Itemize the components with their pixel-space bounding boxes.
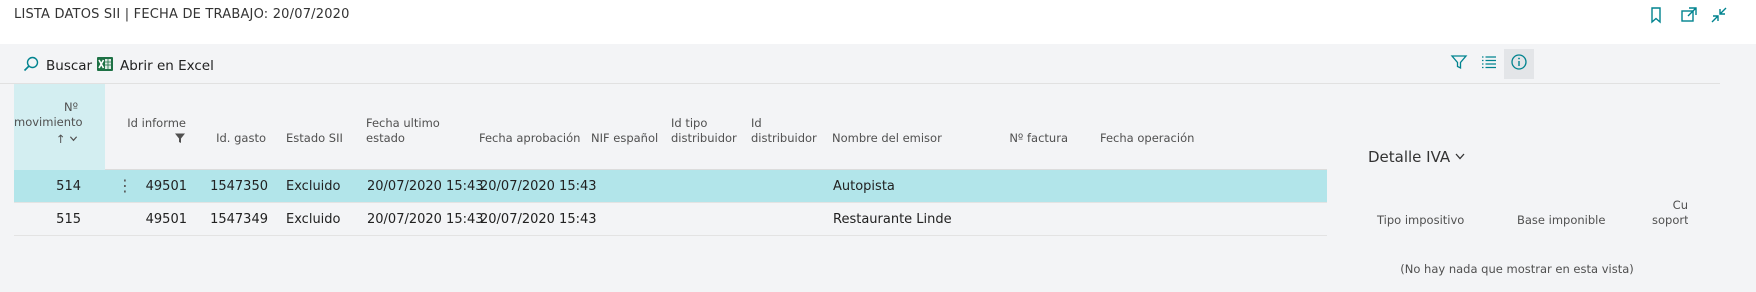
sort-ascending-icon: ↑ <box>55 132 66 146</box>
cell-nombre-emisor: Autopista <box>833 179 895 194</box>
open-in-excel-button[interactable]: Abrir en Excel <box>96 55 214 77</box>
factbox-col-base-imponible: Base imponible <box>1517 213 1606 227</box>
header-fecha-aprobacion[interactable]: Fecha aprobación <box>479 131 580 146</box>
header-nombre-emisor[interactable]: Nombre del emisor <box>832 131 942 146</box>
content-area: Buscar Abrir en Excel Nº movimiento ↑ Id… <box>0 44 1756 292</box>
page-title: LISTA DATOS SII | FECHA DE TRABAJO: 20/0… <box>14 7 350 22</box>
cell-id-gasto: 1547349 <box>210 212 268 227</box>
list-view-icon <box>1480 53 1498 75</box>
bookmark-icon[interactable] <box>1646 5 1666 25</box>
header-fecha-operacion[interactable]: Fecha operación <box>1100 131 1194 146</box>
cell-movimiento[interactable]: 514 <box>14 179 81 194</box>
grid-header: Nº movimiento ↑ Id informe Id. gasto Est… <box>14 84 1327 170</box>
table-row[interactable]: 515 49501 1547349 Excluido 20/07/2020 15… <box>14 203 1327 236</box>
table-row[interactable]: 514 ⋮ 49501 1547350 Excluido 20/07/2020 … <box>14 170 1327 203</box>
search-icon <box>22 55 40 77</box>
search-button[interactable]: Buscar <box>22 55 92 77</box>
cell-movimiento[interactable]: 515 <box>14 212 81 227</box>
chevron-down-icon[interactable] <box>69 132 78 146</box>
data-grid: Nº movimiento ↑ Id informe Id. gasto Est… <box>14 84 1327 236</box>
excel-label: Abrir en Excel <box>120 58 214 74</box>
excel-icon <box>96 55 114 77</box>
list-view-button[interactable] <box>1474 49 1504 79</box>
title-bar: LISTA DATOS SII | FECHA DE TRABAJO: 20/0… <box>0 0 1756 44</box>
header-id-gasto[interactable]: Id. gasto <box>204 131 266 146</box>
info-icon <box>1510 53 1528 75</box>
cell-id-informe: 49501 <box>145 179 187 194</box>
factbox-col-tipo-impositivo: Tipo impositivo <box>1377 213 1465 227</box>
action-bar: Buscar Abrir en Excel <box>0 44 1720 84</box>
factbox-title[interactable]: Detalle IVA <box>1368 148 1466 166</box>
cell-fecha-ultimo-estado: 20/07/2020 15:43 <box>367 212 484 227</box>
header-id-tipo-distribuidor[interactable]: Id tipo distribuidor <box>671 116 737 146</box>
cell-fecha-aprobacion: 20/07/2020 15:43 <box>480 179 597 194</box>
cell-fecha-aprobacion: 20/07/2020 15:43 <box>480 212 597 227</box>
cell-fecha-ultimo-estado: 20/07/2020 15:43 <box>367 179 484 194</box>
search-label: Buscar <box>46 58 93 74</box>
info-button[interactable] <box>1504 49 1534 79</box>
factbox-empty-message: (No hay nada que mostrar en esta vista) <box>1400 262 1634 276</box>
header-fecha-ultimo-estado[interactable]: Fecha ultimo estado <box>366 116 440 146</box>
factbox-detalle-iva: Detalle IVA Tipo impositivo Base imponib… <box>1342 84 1692 292</box>
cell-id-gasto: 1547350 <box>210 179 268 194</box>
column-filter-icon <box>114 132 186 148</box>
header-id-informe[interactable]: Id informe <box>114 116 186 148</box>
collapse-icon[interactable] <box>1709 5 1729 25</box>
cell-estado-sii: Excluido <box>286 212 341 227</box>
factbox-col-cuota-soportada: Cu soport <box>1652 198 1688 227</box>
cell-id-informe: 49501 <box>145 212 187 227</box>
filter-icon <box>1450 53 1468 75</box>
header-nif-espanol[interactable]: NIF español <box>591 131 658 146</box>
chevron-down-icon[interactable] <box>1454 148 1466 166</box>
header-n-factura[interactable]: Nº factura <box>990 131 1068 146</box>
header-movimiento[interactable]: Nº movimiento ↑ <box>14 100 83 147</box>
cell-estado-sii: Excluido <box>286 179 341 194</box>
header-estado-sii[interactable]: Estado SII <box>286 131 343 146</box>
filter-button[interactable] <box>1444 49 1474 79</box>
header-id-distribuidor[interactable]: Id distribuidor <box>751 116 817 146</box>
cell-nombre-emisor: Restaurante Linde <box>833 212 952 227</box>
open-new-window-icon[interactable] <box>1679 5 1699 25</box>
